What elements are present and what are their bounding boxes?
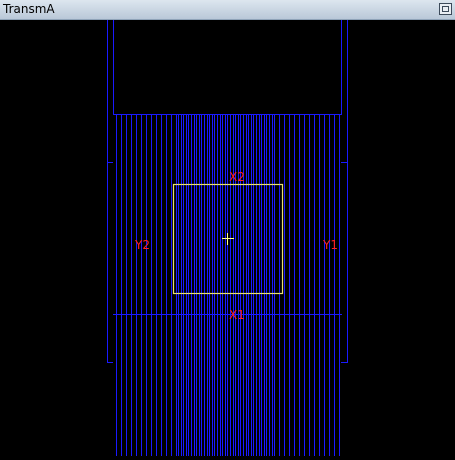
label-x2: X2	[229, 170, 245, 184]
beam-view-canvas: X2 X1 Y2 Y1	[107, 20, 348, 456]
title-bar[interactable]: TransmA	[0, 0, 455, 20]
beam-view[interactable]: X2 X1 Y2 Y1	[0, 20, 455, 456]
restore-icon[interactable]	[439, 3, 452, 15]
label-x1: X1	[229, 308, 245, 322]
mlc-leaves	[116, 115, 340, 456]
window-title: TransmA	[3, 2, 55, 16]
label-y1: Y1	[322, 238, 338, 252]
transma-window: TransmA X2 X1 Y2 Y1	[0, 0, 455, 456]
isocenter-crosshair	[222, 233, 234, 245]
label-y2: Y2	[134, 238, 150, 252]
